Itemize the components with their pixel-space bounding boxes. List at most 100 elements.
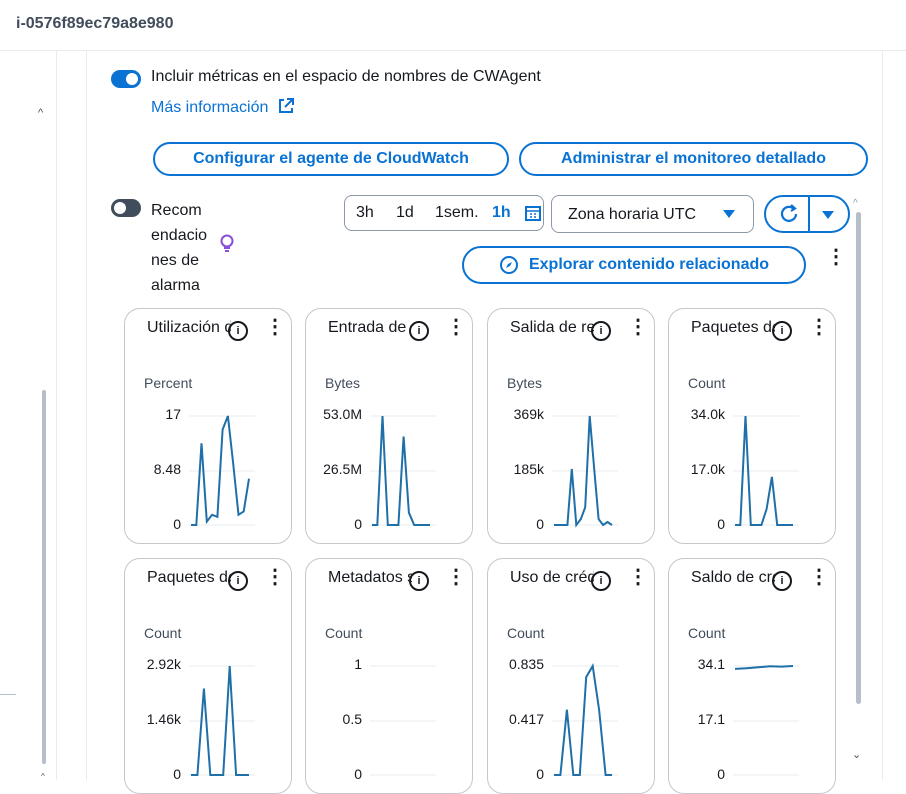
calendar-icon[interactable] bbox=[525, 205, 541, 221]
widget-menu-icon[interactable]: ⋮ bbox=[446, 567, 466, 587]
metric-widget[interactable]: Uso de créd i ⋮ Count 0.835 0.417 0 bbox=[487, 558, 655, 794]
more-info-link[interactable]: Más información bbox=[151, 94, 295, 117]
y-axis-tick: 53.0M bbox=[323, 406, 362, 422]
y-axis-tick: 17.1 bbox=[697, 711, 725, 727]
y-axis-tick: 0 bbox=[536, 516, 544, 532]
chevron-up-icon[interactable]: ^ bbox=[38, 107, 43, 119]
y-axis-tick: 17 bbox=[165, 406, 181, 422]
y-axis-tick: 26.5M bbox=[323, 461, 362, 477]
manage-detailed-monitoring-button[interactable]: Administrar el monitoreo detallado bbox=[519, 142, 868, 176]
widget-title: Metadatos s bbox=[328, 569, 412, 586]
more-options-icon[interactable]: ⋮ bbox=[826, 247, 846, 267]
widget-menu-icon[interactable]: ⋮ bbox=[628, 567, 648, 587]
y-axis-tick: 8.48 bbox=[153, 461, 181, 477]
widget-menu-icon[interactable]: ⋮ bbox=[265, 317, 285, 337]
y-axis-tick: 185k bbox=[513, 461, 544, 477]
sparkline-chart bbox=[733, 415, 799, 526]
info-icon[interactable]: i bbox=[228, 321, 248, 341]
y-axis-tick: 0 bbox=[173, 516, 181, 532]
scroll-down-icon[interactable]: ⌄ bbox=[852, 748, 861, 761]
widget-title: Utilización d bbox=[147, 319, 231, 336]
left-rail: ^ bbox=[0, 51, 57, 780]
refresh-icon[interactable] bbox=[778, 203, 800, 225]
sparkline-chart bbox=[552, 663, 618, 776]
y-axis-tick: 1.46k bbox=[146, 711, 181, 727]
y-axis-tick: 0.835 bbox=[508, 656, 544, 672]
y-axis-tick: 0.417 bbox=[508, 711, 544, 727]
widget-unit: Percent bbox=[144, 375, 193, 391]
external-link-icon bbox=[278, 98, 294, 113]
y-axis-tick: 0 bbox=[354, 516, 362, 532]
scroll-up-icon[interactable]: ^ bbox=[853, 198, 858, 209]
explore-related-button[interactable]: Explorar contenido relacionado bbox=[462, 246, 806, 284]
y-axis-tick: 0 bbox=[717, 516, 725, 532]
metric-widget[interactable]: Saldo de cré i ⋮ Count 34.1 17.1 0 bbox=[668, 558, 836, 794]
widget-menu-icon[interactable]: ⋮ bbox=[265, 567, 285, 587]
info-icon[interactable]: i bbox=[409, 321, 429, 341]
info-icon[interactable]: i bbox=[772, 571, 792, 591]
time-range-1d[interactable]: 1d bbox=[396, 204, 414, 222]
sparkline-chart bbox=[189, 665, 255, 776]
explore-related-label: Explorar contenido relacionado bbox=[528, 256, 770, 273]
metric-widget[interactable]: Utilización d i ⋮ Percent 17 8.48 0 bbox=[124, 308, 292, 544]
info-icon[interactable]: i bbox=[591, 321, 611, 341]
widget-title: Salida de re bbox=[510, 319, 594, 336]
widget-menu-icon[interactable]: ⋮ bbox=[446, 317, 466, 337]
cwagent-metrics-toggle[interactable] bbox=[111, 70, 141, 88]
widget-title: Paquetes de bbox=[691, 319, 775, 336]
widget-menu-icon[interactable]: ⋮ bbox=[628, 317, 648, 337]
info-icon[interactable]: i bbox=[591, 571, 611, 591]
more-info-label: Más información bbox=[151, 99, 269, 116]
widget-title: Saldo de cré bbox=[691, 569, 775, 586]
time-range-3h[interactable]: 3h bbox=[356, 204, 374, 222]
sparkline-chart bbox=[370, 665, 436, 776]
widget-title: Paquetes de bbox=[147, 569, 231, 586]
time-range-1h[interactable]: 1h bbox=[492, 204, 511, 222]
configure-cloudwatch-agent-button[interactable]: Configurar el agente de CloudWatch bbox=[153, 142, 509, 176]
time-range-1week[interactable]: 1sem. bbox=[435, 204, 479, 222]
widget-unit: Count bbox=[507, 625, 545, 641]
vertical-scrollbar[interactable] bbox=[856, 212, 861, 704]
instance-id-title: i-0576f89ec79a8e980 bbox=[16, 15, 174, 32]
info-icon[interactable]: i bbox=[772, 321, 792, 341]
y-axis-tick: 34.0k bbox=[690, 406, 725, 422]
y-axis-tick: 34.1 bbox=[697, 656, 725, 672]
y-axis-tick: 369k bbox=[513, 406, 544, 422]
widget-unit: Count bbox=[688, 625, 726, 641]
refresh-split-button bbox=[764, 195, 850, 233]
sparkline-chart bbox=[370, 415, 436, 526]
timezone-value: Zona horaria UTC bbox=[568, 206, 697, 223]
info-icon[interactable]: i bbox=[228, 571, 248, 591]
widget-unit: Count bbox=[688, 375, 726, 391]
y-axis-tick: 0.5 bbox=[342, 711, 362, 727]
metric-widget[interactable]: Paquetes de i ⋮ Count 34.0k 17.0k 0 bbox=[668, 308, 836, 544]
caret-down-icon bbox=[723, 210, 735, 218]
y-axis-tick: 2.92k bbox=[146, 656, 181, 672]
metric-widget[interactable]: Entrada de i ⋮ Bytes 53.0M 26.5M 0 bbox=[305, 308, 473, 544]
metric-widget[interactable]: Paquetes de i ⋮ Count 2.92k 1.46k 0 bbox=[124, 558, 292, 794]
y-axis-tick: 17.0k bbox=[690, 461, 725, 477]
timezone-select[interactable]: Zona horaria UTC bbox=[551, 195, 754, 233]
widget-title: Uso de créd bbox=[510, 569, 594, 586]
widget-unit: Count bbox=[144, 625, 182, 641]
metric-widget[interactable]: Metadatos s i ⋮ Count 1 0.5 0 bbox=[305, 558, 473, 794]
time-range-selector: 3h 1d 1sem. 1h bbox=[344, 195, 544, 231]
header-bar: i-0576f89ec79a8e980 bbox=[0, 0, 906, 51]
metric-widget[interactable]: Salida de re i ⋮ Bytes 369k 185k 0 bbox=[487, 308, 655, 544]
alarm-recommendations-toggle[interactable] bbox=[111, 199, 141, 217]
caret-down-icon[interactable] bbox=[821, 210, 835, 220]
alarm-recommendations-label: Recom endacio nes de alarma bbox=[151, 202, 208, 294]
widget-unit: Bytes bbox=[507, 375, 543, 391]
widget-menu-icon[interactable]: ⋮ bbox=[809, 567, 829, 587]
sparkline-chart bbox=[733, 665, 799, 776]
sparkline-chart bbox=[189, 415, 255, 526]
compass-icon bbox=[499, 256, 518, 274]
divider bbox=[0, 694, 16, 695]
y-axis-tick: 1 bbox=[354, 656, 362, 672]
sparkline-chart bbox=[552, 415, 618, 528]
lightbulb-icon bbox=[220, 234, 234, 252]
left-scrollbar[interactable] bbox=[42, 390, 46, 764]
widget-unit: Count bbox=[325, 625, 363, 641]
widget-menu-icon[interactable]: ⋮ bbox=[809, 317, 829, 337]
info-icon[interactable]: i bbox=[409, 571, 429, 591]
